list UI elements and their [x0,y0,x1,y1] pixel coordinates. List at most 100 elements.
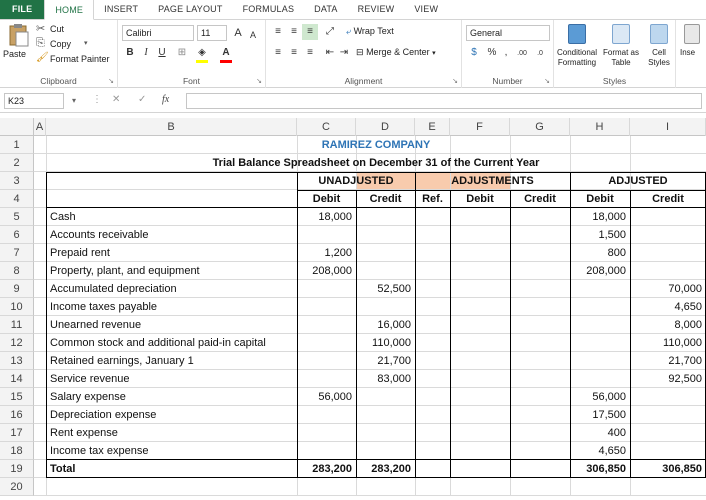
unadjusted-credit-cell[interactable] [356,388,415,406]
adjusted-credit-head[interactable]: Credit [630,190,706,208]
unadjusted-debit-cell[interactable] [297,370,356,388]
fill-color-icon[interactable]: ◈ [194,45,210,61]
adjusted-debit-cell[interactable]: 208,000 [570,262,630,280]
unadjusted-debit-cell[interactable] [297,334,356,352]
unadjusted-debit-cell[interactable] [297,406,356,424]
row-header-1[interactable]: 1 [0,136,34,154]
unadjusted-credit-cell[interactable] [356,424,415,442]
unadjusted-credit-cell[interactable] [356,406,415,424]
cut-button[interactable]: ✂ Cut [36,23,96,37]
adjusted-credit-cell[interactable]: 70,000 [630,280,706,298]
adjusted-debit-cell[interactable]: 56,000 [570,388,630,406]
row-header-13[interactable]: 13 [0,352,34,370]
unadjusted-credit-cell[interactable] [356,226,415,244]
row-header-2[interactable]: 2 [0,154,34,172]
unadjusted-debit-cell[interactable]: 1,200 [297,244,356,262]
unadjusted-header-cell[interactable]: UNADJUSTED [297,172,415,190]
unadjusted-debit-cell[interactable] [297,352,356,370]
account-name-cell[interactable]: Accounts receivable [46,226,297,244]
column-header-b[interactable]: B [46,118,297,136]
ref-head[interactable]: Ref. [415,190,450,208]
account-name-cell[interactable]: Salary expense [46,388,297,406]
unadjusted-debit-cell[interactable] [297,226,356,244]
account-name-cell[interactable]: Cash [46,208,297,226]
account-name-cell[interactable]: Service revenue [46,370,297,388]
adjusted-debit-cell[interactable] [570,370,630,388]
account-name-cell[interactable]: Depreciation expense [46,406,297,424]
unadjusted-credit-cell[interactable] [356,442,415,460]
adjustments-header-cell[interactable]: ADJUSTMENTS [415,172,570,190]
adjusted-debit-cell[interactable]: 400 [570,424,630,442]
adjusted-debit-cell[interactable]: 4,650 [570,442,630,460]
adjusted-credit-cell[interactable]: 4,650 [630,298,706,316]
cell-styles-button[interactable]: Cell Styles [642,22,676,70]
unadjusted-credit-head[interactable]: Credit [356,190,415,208]
adjustments-debit-head[interactable]: Debit [450,190,510,208]
row-header-18[interactable]: 18 [0,442,34,460]
adjusted-debit-head[interactable]: Debit [570,190,630,208]
select-all-corner[interactable] [0,118,34,136]
tab-formulas[interactable]: FORMULAS [233,0,305,19]
total-unadjusted-debit[interactable]: 283,200 [297,460,356,478]
sheet-subtitle-cell[interactable]: Trial Balance Spreadsheet on December 31… [46,154,706,172]
adjusted-debit-cell[interactable] [570,316,630,334]
column-header-c[interactable]: C [297,118,356,136]
enter-icon[interactable]: ✓ [138,94,146,105]
account-name-cell[interactable]: Accumulated depreciation [46,280,297,298]
adjusted-credit-cell[interactable] [630,226,706,244]
tab-page-layout[interactable]: PAGE LAYOUT [148,0,232,19]
row-header-10[interactable]: 10 [0,298,34,316]
adjusted-credit-cell[interactable] [630,406,706,424]
align-right-icon[interactable]: ≡ [302,45,318,61]
row-header-3[interactable]: 3 [0,172,34,190]
dialog-launcher-icon[interactable]: ↘ [256,77,262,85]
row-header-9[interactable]: 9 [0,280,34,298]
total-adjusted-credit[interactable]: 306,850 [630,460,706,478]
company-name-cell[interactable]: RAMIREZ COMPANY [46,136,706,154]
insert-function-icon[interactable]: fx [162,94,169,105]
row-header-12[interactable]: 12 [0,334,34,352]
row-header-11[interactable]: 11 [0,316,34,334]
align-left-icon[interactable]: ≡ [270,45,286,61]
adjusted-credit-cell[interactable]: 8,000 [630,316,706,334]
unadjusted-debit-cell[interactable] [297,316,356,334]
row-header-19[interactable]: 19 [0,460,34,478]
grow-font-button[interactable]: A [230,25,246,41]
cancel-icon[interactable]: ✕ [112,94,120,105]
adjusted-credit-cell[interactable] [630,388,706,406]
underline-button[interactable]: U [154,45,170,61]
row-header-16[interactable]: 16 [0,406,34,424]
adjusted-debit-cell[interactable]: 1,500 [570,226,630,244]
column-header-h[interactable]: H [570,118,630,136]
number-format-select[interactable]: General [466,25,550,41]
tab-file[interactable]: FILE [0,0,45,19]
account-name-cell[interactable]: Retained earnings, January 1 [46,352,297,370]
tab-data[interactable]: DATA [304,0,347,19]
row-header-17[interactable]: 17 [0,424,34,442]
dialog-launcher-icon[interactable]: ↘ [544,77,550,85]
adjusted-debit-cell[interactable]: 18,000 [570,208,630,226]
column-header-e[interactable]: E [415,118,450,136]
adjusted-debit-cell[interactable]: 800 [570,244,630,262]
spreadsheet-grid[interactable]: ABCDEFGHI 1 2 3 4 5 6 7 8 9 10 11 12 13 14 15 16 17 18 19 2… [0,118,706,500]
unadjusted-credit-cell[interactable]: 110,000 [356,334,415,352]
unadjusted-credit-cell[interactable] [356,262,415,280]
align-top-icon[interactable]: ≡ [270,24,286,40]
adjusted-credit-cell[interactable] [630,208,706,226]
column-header-i[interactable]: I [630,118,706,136]
adjusted-header-cell[interactable]: ADJUSTED [570,172,706,190]
adjusted-debit-cell[interactable] [570,352,630,370]
account-name-cell[interactable]: Property, plant, and equipment [46,262,297,280]
account-name-cell[interactable]: Common stock and additional paid-in capi… [46,334,297,352]
formula-input[interactable] [186,93,702,109]
format-as-table-button[interactable]: Format as Table [600,22,642,70]
name-box[interactable]: K23 [4,93,64,109]
conditional-formatting-button[interactable]: Conditional Formatting [554,22,600,70]
unadjusted-debit-cell[interactable]: 18,000 [297,208,356,226]
comma-button[interactable]: , [498,45,514,61]
row-header-7[interactable]: 7 [0,244,34,262]
paste-button[interactable]: Paste [3,23,33,67]
row-header-6[interactable]: 6 [0,226,34,244]
unadjusted-credit-cell[interactable] [356,298,415,316]
orientation-icon[interactable]: ⤢ [322,24,338,40]
